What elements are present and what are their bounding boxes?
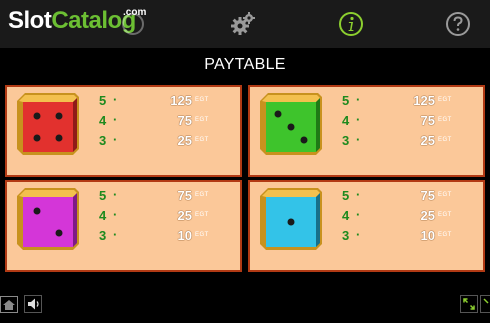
green-die-icon (260, 93, 322, 155)
pay-separator: · (113, 207, 118, 222)
pay-unit: EGT (195, 97, 209, 103)
pay-amount: 75 (420, 113, 435, 128)
pay-separator: · (356, 132, 361, 147)
pay-separator: · (113, 132, 118, 147)
pay-separator: · (356, 227, 361, 242)
gear-icon[interactable] (230, 11, 256, 37)
info-icon[interactable] (338, 11, 364, 37)
pay-unit: EGT (438, 97, 452, 103)
pay-rows: 5 · 125 EGT 4 · 75 EGT 3 · 25 EGT (99, 92, 239, 153)
pay-amount: 25 (177, 208, 192, 223)
sound-icon[interactable] (24, 295, 42, 313)
pay-separator: · (356, 187, 361, 202)
pay-rows: 5 · 75 EGT 4 · 25 EGT 3 · 10 EGT (99, 187, 239, 248)
pay-row: 4 · 75 EGT (342, 112, 482, 133)
partial-icon[interactable] (480, 295, 490, 313)
paytable-title: PAYTABLE (204, 56, 286, 73)
pay-amount: 75 (177, 113, 192, 128)
pay-amount: 75 (420, 188, 435, 203)
help-icon[interactable] (445, 11, 471, 37)
pay-unit: EGT (438, 117, 452, 123)
red-die-icon (17, 93, 79, 155)
pay-count: 4 (99, 113, 107, 128)
pay-unit: EGT (438, 212, 452, 218)
pay-count: 3 (99, 133, 107, 148)
pay-amount: 25 (420, 208, 435, 223)
pay-separator: · (113, 227, 118, 242)
pay-count: 4 (99, 208, 107, 223)
pay-count: 4 (342, 113, 350, 128)
slot-logo-faint-icon (122, 13, 144, 35)
pay-rows: 5 · 75 EGT 4 · 25 EGT 3 · 10 EGT (342, 187, 482, 248)
pay-row: 5 · 75 EGT (99, 187, 239, 208)
pay-row: 3 · 25 EGT (99, 132, 239, 153)
pay-rows: 5 · 125 EGT 4 · 75 EGT 3 · 25 EGT (342, 92, 482, 153)
pay-count: 3 (342, 133, 350, 148)
pay-amount: 125 (170, 93, 192, 108)
pay-count: 4 (342, 208, 350, 223)
pay-separator: · (113, 187, 118, 202)
paytable-panel-green: 5 · 125 EGT 4 · 75 EGT 3 · 25 EGT (248, 85, 485, 177)
pay-count: 5 (99, 188, 107, 203)
pay-unit: EGT (195, 192, 209, 198)
pay-row: 4 · 25 EGT (342, 207, 482, 228)
pay-amount: 10 (177, 228, 192, 243)
pay-amount: 25 (177, 133, 192, 148)
home-icon[interactable] (0, 296, 18, 314)
pay-row: 4 · 75 EGT (99, 112, 239, 133)
pay-separator: · (356, 112, 361, 127)
pay-count: 5 (342, 188, 350, 203)
pay-count: 3 (342, 228, 350, 243)
top-bar: SlotCatalog .com (0, 0, 490, 48)
pay-count: 3 (99, 228, 107, 243)
paytable-panel-red: 5 · 125 EGT 4 · 75 EGT 3 · 25 EGT (5, 85, 242, 177)
paytable-panel-cyan: 5 · 75 EGT 4 · 25 EGT 3 · 10 EGT (248, 180, 485, 272)
pay-row: 4 · 25 EGT (99, 207, 239, 228)
pay-count: 5 (342, 93, 350, 108)
pay-unit: EGT (195, 212, 209, 218)
watermark-logo: SlotCatalog (8, 7, 136, 34)
pay-row: 3 · 25 EGT (342, 132, 482, 153)
paytable-panel-magenta: 5 · 75 EGT 4 · 25 EGT 3 · 10 EGT (5, 180, 242, 272)
pay-count: 5 (99, 93, 107, 108)
bottom-bar (0, 291, 490, 323)
pay-unit: EGT (438, 232, 452, 238)
pay-row: 3 · 10 EGT (99, 227, 239, 248)
cyan-die-icon (260, 188, 322, 250)
pay-row: 5 · 75 EGT (342, 187, 482, 208)
pay-unit: EGT (438, 137, 452, 143)
pay-amount: 25 (420, 133, 435, 148)
magenta-die-icon (17, 188, 79, 250)
pay-separator: · (113, 112, 118, 127)
pay-row: 3 · 10 EGT (342, 227, 482, 248)
pay-separator: · (113, 92, 118, 107)
pay-row: 5 · 125 EGT (99, 92, 239, 113)
pay-unit: EGT (438, 192, 452, 198)
pay-amount: 10 (420, 228, 435, 243)
pay-amount: 125 (413, 93, 435, 108)
pay-row: 5 · 125 EGT (342, 92, 482, 113)
fullscreen-icon[interactable] (460, 295, 478, 313)
pay-unit: EGT (195, 117, 209, 123)
pay-separator: · (356, 92, 361, 107)
pay-separator: · (356, 207, 361, 222)
pay-unit: EGT (195, 232, 209, 238)
pay-amount: 75 (177, 188, 192, 203)
pay-unit: EGT (195, 137, 209, 143)
